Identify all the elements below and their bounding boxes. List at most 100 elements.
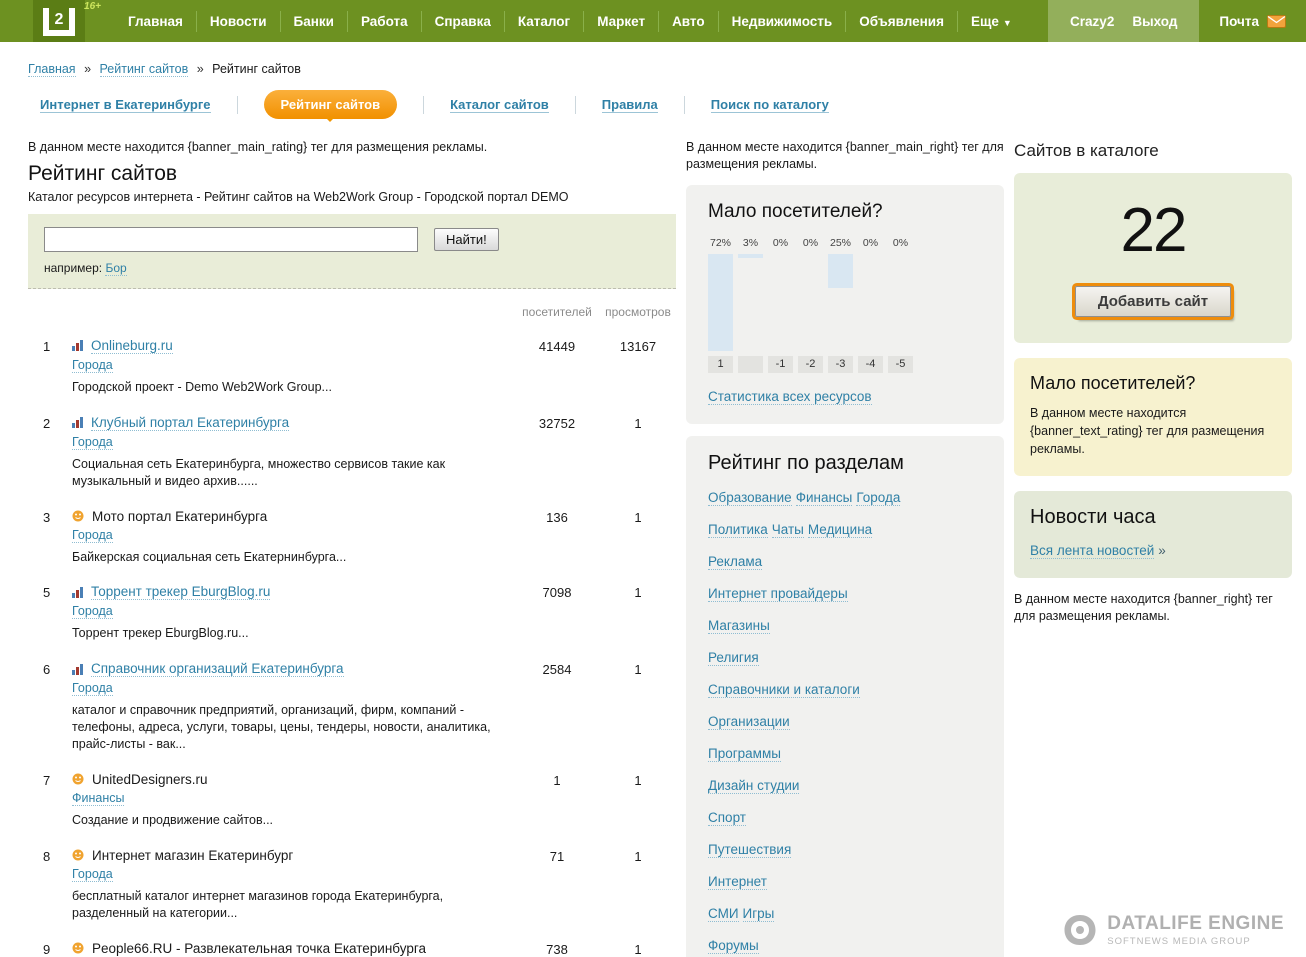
nav-item-realestate[interactable]: Недвижимость [718,11,846,32]
svg-text:2: 2 [55,11,64,28]
nav-item-jobs[interactable]: Работа [347,11,421,32]
section-link-directories[interactable]: Справочники и каталоги [708,682,860,698]
user-session-box: Crazy2 Выход [1048,0,1199,42]
site-description: Городской проект - Demo Web2Work Group..… [72,379,512,396]
section-link-games[interactable]: Игры [743,906,775,922]
visitors-count: 41449 [514,338,600,396]
site-description: бесплатный каталог интернет магазинов го… [72,888,512,922]
category-link[interactable]: Города [72,604,113,619]
smiley-icon [72,849,84,861]
nav-item-auto[interactable]: Авто [658,11,718,32]
search-input[interactable] [44,227,418,252]
section-link-religion[interactable]: Религия [708,650,759,666]
hourly-news-panel: Новости часа Вся лента новостей» [1014,491,1292,578]
site-title: UnitedDesigners.ru [92,772,208,787]
banner-placeholder-note: В данном месте находится {banner_right} … [1014,591,1292,625]
section-link-sport[interactable]: Спорт [708,810,746,826]
site-description: Создание и продвижение сайтов... [72,812,512,829]
nav-item-market[interactable]: Маркет [583,11,658,32]
site-title-link[interactable]: Торрент трекер EburgBlog.ru [91,584,270,600]
section-link-internet[interactable]: Интернет [708,874,767,890]
category-link[interactable]: Города [72,358,113,373]
section-link-medicine[interactable]: Медицина [808,522,872,538]
chart-percent-label: 0% [863,237,878,249]
site-list-item: 7 UnitedDesigners.ru Финансы Создание и … [28,772,676,829]
chart-percent-label: 72% [710,237,731,249]
dle-eye-icon [1062,914,1098,946]
site-rank: 5 [28,584,72,642]
nav-item-banks[interactable]: Банки [280,11,347,32]
chart-percent-label: 25% [830,237,851,249]
tab-site-rating-active[interactable]: Рейтинг сайтов [264,90,398,119]
tab-internet-ekaterinburg[interactable]: Интернет в Екатеринбурге [40,97,211,113]
nav-item-ads[interactable]: Объявления [845,11,957,32]
section-link-shops[interactable]: Магазины [708,618,770,634]
visitors-column-header: посетителей [514,305,600,319]
all-resources-stats-link[interactable]: Статистика всех ресурсов [708,389,872,405]
tab-rules[interactable]: Правила [602,97,658,113]
section-link-cities[interactable]: Города [856,490,900,506]
category-link[interactable]: Города [72,528,113,543]
section-link-isp[interactable]: Интернет провайдеры [708,586,848,602]
section-link-chats[interactable]: Чаты [772,522,804,538]
add-site-button[interactable]: Добавить сайт [1075,286,1231,317]
nav-item-news[interactable]: Новости [196,11,280,32]
site-list-item: 3 Мото портал Екатеринбурга Города Байке… [28,509,676,566]
chart-percent-label: 0% [773,237,788,249]
category-link[interactable]: Города [72,867,113,882]
section-link-finance[interactable]: Финансы [796,490,853,506]
chart-axis-label: -2 [798,356,823,373]
category-link[interactable]: Города [72,681,113,696]
envelope-icon[interactable] [1267,15,1286,28]
tab-site-catalog[interactable]: Каталог сайтов [450,97,549,113]
mail-link[interactable]: Почта [1219,14,1259,29]
tab-separator [684,96,685,114]
visitors-count: 71 [514,848,600,922]
section-link-forums[interactable]: Форумы [708,938,759,954]
category-link[interactable]: Города [72,435,113,450]
section-link-advertising[interactable]: Реклама [708,554,762,570]
rating-by-sections-panel: Рейтинг по разделам ОбразованиеФинансыГо… [686,436,1004,957]
section-link-organizations[interactable]: Организации [708,714,790,730]
site-title-link[interactable]: Клубный портал Екатеринбурга [91,415,289,431]
views-count: 1 [600,848,676,922]
username-link[interactable]: Crazy2 [1070,14,1114,29]
category-link[interactable]: Финансы [72,791,124,806]
list-column-headers: посетителей просмотров [28,305,676,319]
section-link-media[interactable]: СМИ [708,906,739,922]
nav-item-catalog[interactable]: Каталог [504,11,583,32]
site-rank: 1 [28,338,72,396]
tab-catalog-search[interactable]: Поиск по каталогу [711,97,829,113]
section-link-travel[interactable]: Путешествия [708,842,791,858]
site-search-panel: Найти! например: Бор [28,214,676,289]
nav-item-more[interactable]: Еще▼ [957,11,1025,32]
page-title: Рейтинг сайтов [28,162,676,186]
logout-link[interactable]: Выход [1132,14,1177,29]
search-button[interactable]: Найти! [434,228,499,251]
search-hint-label: например: [44,261,102,275]
stats-bars-icon [72,340,83,351]
views-column-header: просмотров [600,305,676,319]
datalife-engine-logo: DATALIFE ENGINE SOFTNEWS MEDIA GROUP [1062,913,1284,947]
breadcrumb-section[interactable]: Рейтинг сайтов [100,62,189,77]
banner-placeholder-note: В данном месте находится {banner_main_ri… [686,139,1004,173]
section-link-design-studios[interactable]: Дизайн студии [708,778,799,794]
search-example-link[interactable]: Бор [105,261,126,276]
chevron-down-icon: ▼ [1003,18,1012,28]
section-link-software[interactable]: Программы [708,746,781,762]
all-news-link[interactable]: Вся лента новостей [1030,543,1154,559]
chart-axis-label [738,356,763,373]
nav-item-reference[interactable]: Справка [421,11,504,32]
dle-logo-subtext: SOFTNEWS MEDIA GROUP [1107,936,1284,947]
site-logo[interactable]: 2 16+ [33,0,85,42]
section-link-education[interactable]: Образование [708,490,792,506]
site-title-link[interactable]: Справочник организаций Екатеринбурга [91,661,344,677]
breadcrumb-home[interactable]: Главная [28,62,76,77]
breadcrumb-separator: » [197,62,204,76]
logo-glyph-icon: 2 [42,5,76,37]
nav-item-home[interactable]: Главная [115,11,196,32]
visitors-count: 7098 [514,584,600,642]
section-link-politics[interactable]: Политика [708,522,768,538]
site-title-link[interactable]: Onlineburg.ru [91,338,173,354]
site-list-item: 8 Интернет магазин Екатеринбург Города б… [28,848,676,922]
